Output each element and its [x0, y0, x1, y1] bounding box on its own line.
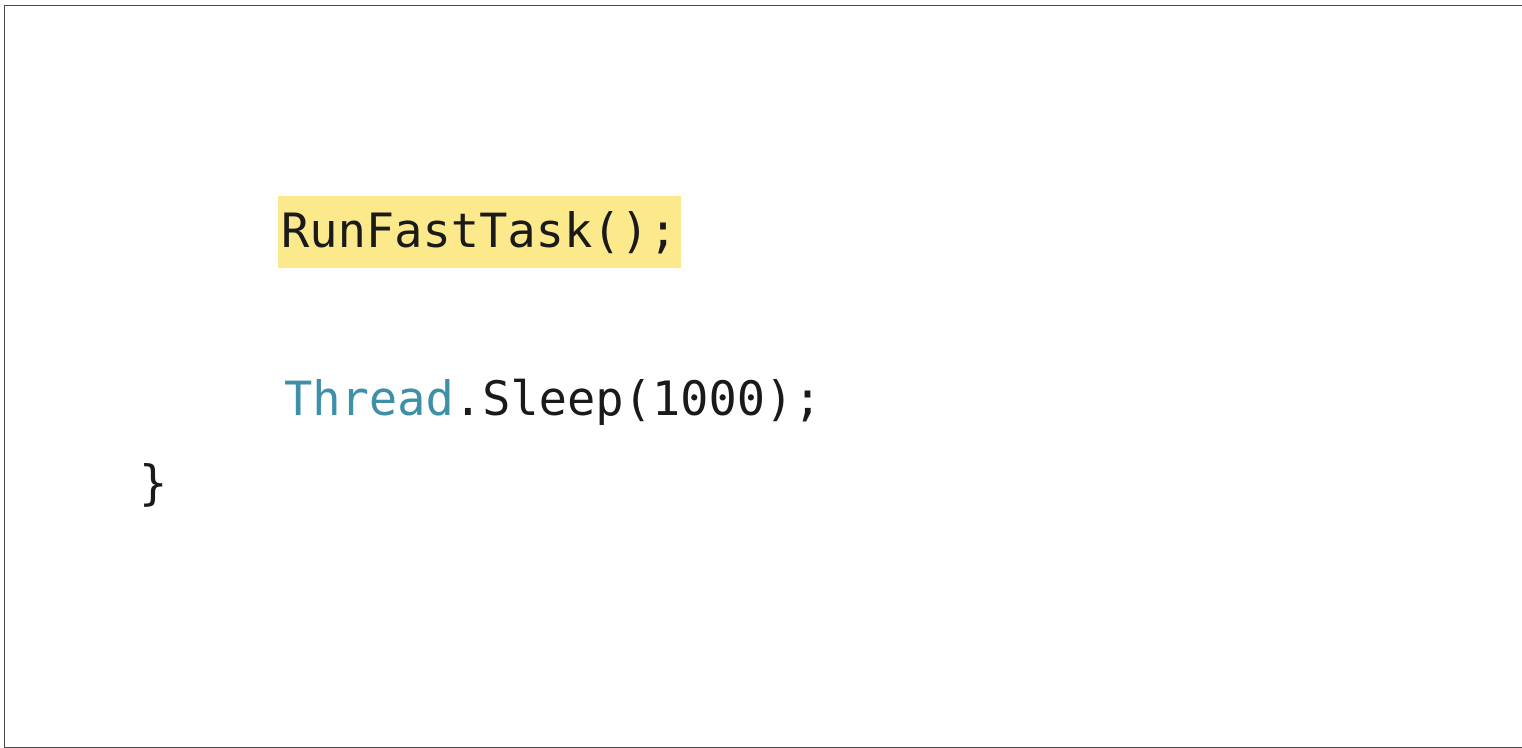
code-editor-panel: RunFastTask(); Thread.Sleep(1000); } — [4, 5, 1522, 748]
closing-brace: } — [139, 456, 168, 511]
highlighted-code-line[interactable]: RunFastTask(); — [278, 196, 682, 268]
method-call-token: .Sleep(1000); — [453, 372, 822, 427]
code-line-thread-sleep[interactable]: Thread.Sleep(1000); — [284, 372, 822, 428]
type-name-token: Thread — [284, 372, 454, 427]
